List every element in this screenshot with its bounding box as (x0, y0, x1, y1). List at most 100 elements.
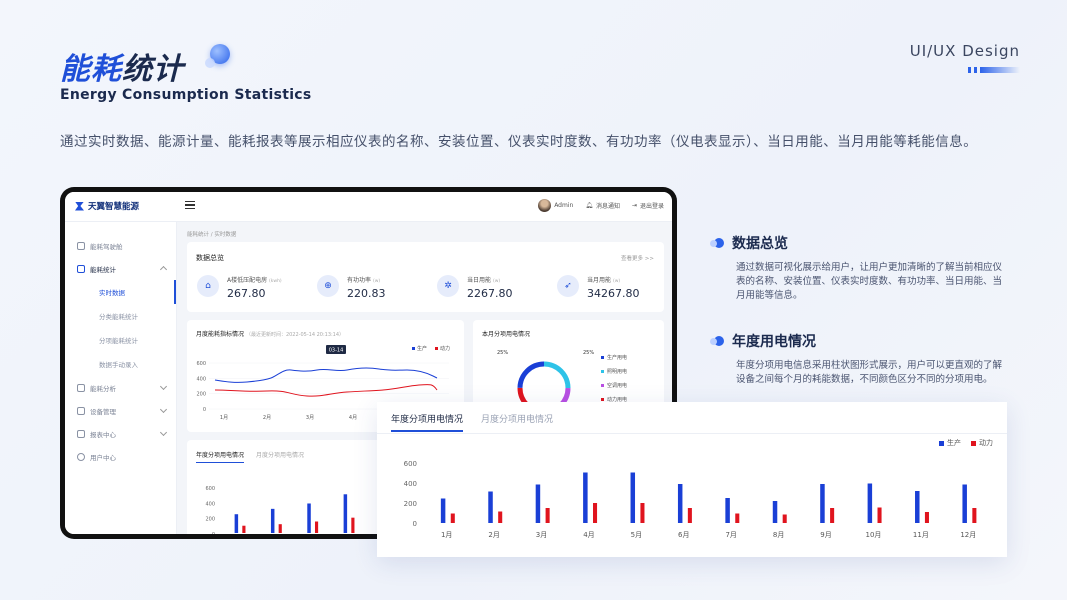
pie-legend-item: 生产用电 (607, 354, 627, 361)
x-tick-label: 4月 (349, 415, 357, 421)
chevron-down-icon (159, 428, 168, 437)
home-icon (77, 241, 85, 250)
bar-power (782, 514, 787, 523)
y-tick-label: 400 (196, 376, 206, 382)
legend-label: 动力 (440, 345, 450, 352)
series-line-power (214, 384, 438, 397)
x-tick-label: 11月 (913, 531, 929, 539)
submenu-item[interactable]: 分项能耗统计 (65, 328, 176, 352)
app-logo[interactable]: 天翼智慧能源 (75, 200, 139, 212)
analysis-icon (77, 383, 85, 392)
feature-title: 年度用电情况 (732, 334, 816, 350)
y-tick-label: 200 (404, 500, 417, 508)
rocket-icon: ➶ (557, 275, 579, 297)
y-tick-label: 0 (413, 520, 417, 528)
pie-legend-item: 空调用电 (607, 382, 627, 389)
annual-bar-chart: 0 200 400 600 1月 2月 3月 4月 5月 6月 7月 8月 9月 10月 11月 12月 (404, 460, 977, 539)
y-tick-label: 200 (196, 392, 206, 398)
sidebar-item-device[interactable]: 设备管理 (65, 399, 176, 422)
page-subtitle: Energy Consumption Statistics (60, 87, 312, 103)
bar-power (972, 508, 977, 523)
y-tick-label: 0 (212, 532, 215, 534)
logout-button[interactable]: ⇥ 退出登录 (632, 201, 664, 210)
y-tick-label: 0 (203, 407, 206, 413)
power-icon: ⊕ (317, 275, 339, 297)
overview-title: 数据总览 (196, 254, 224, 262)
x-tick-label: 1月 (441, 531, 452, 539)
overview-item: ⊕ 有功功率 (w) 220.83 (317, 275, 386, 300)
feature-overview: 数据总览 通过数据可视化展示给用户，让用户更加清晰的了解当前相应仪表的名称、安装… (710, 233, 1010, 303)
chevron-down-icon (159, 405, 168, 414)
logo-icon (75, 201, 84, 211)
stats-icon (77, 264, 85, 273)
user-icon (77, 452, 85, 461)
pie-pct-right: 25% (583, 350, 594, 356)
view-more-link[interactable]: 查看更多 >> (621, 254, 654, 262)
overview-value: 220.83 (347, 287, 386, 300)
pie-pct-left: 25% (497, 350, 508, 356)
brand-tag: UI/UX Design (909, 42, 1020, 60)
bullet-icon (710, 238, 724, 248)
bar-production (343, 494, 348, 533)
page-title: 能耗统计 (60, 52, 184, 87)
x-tick-label: 12月 (960, 531, 976, 539)
bar-production (677, 484, 683, 523)
bar-power (830, 508, 835, 523)
legend-label: 生产 (417, 345, 427, 352)
notification-button[interactable]: 🔔︎ 消息通知 (585, 201, 620, 210)
submenu-category[interactable]: 分类能耗统计 (65, 304, 176, 328)
title-decoration-small-icon (205, 58, 215, 68)
y-tick-label: 600 (196, 361, 206, 367)
chevron-up-icon (159, 265, 168, 274)
sidebar-item-statistics[interactable]: 能耗统计 (65, 257, 176, 280)
x-tick-label: 2月 (488, 531, 499, 539)
bar-production (820, 484, 825, 523)
overview-value: 34267.80 (587, 287, 640, 300)
series-line-production (214, 367, 438, 383)
device-icon (77, 406, 85, 415)
submenu-manual[interactable]: 数据手动录入 (65, 352, 176, 376)
bar-power (877, 507, 882, 523)
bar-production (488, 491, 493, 523)
y-tick-label: 600 (404, 460, 417, 468)
bar-power (687, 508, 692, 523)
bar-production (915, 491, 920, 523)
y-tick-label: 200 (205, 517, 215, 523)
bar-power (640, 503, 645, 523)
overview-card: 数据总览 查看更多 >> ⌂ A楼低压配电房 (kwh) 267.80 ⊕ 有功功率 … (187, 242, 664, 312)
bar-power (924, 512, 929, 523)
x-tick-label: 5月 (631, 531, 642, 539)
intro-text: 通过实时数据、能源计量、能耗报表等展示相应仪表的名称、安装位置、仪表实时度数、有… (60, 134, 978, 150)
x-tick-label: 2月 (263, 415, 271, 421)
bar-power (450, 513, 455, 523)
sidebar-item-report[interactable]: 报表中心 (65, 422, 176, 445)
sidebar-item-cockpit[interactable]: 能耗驾驶舱 (65, 234, 176, 257)
x-tick-label: 8月 (773, 531, 784, 539)
bar-production (234, 514, 239, 533)
avatar (538, 199, 552, 212)
bar-power (545, 508, 550, 523)
sidebar-item-user[interactable]: 用户中心 (65, 445, 176, 468)
bullet-icon (710, 336, 724, 346)
daily-icon: ✲ (437, 275, 459, 297)
x-tick-label: 6月 (678, 531, 689, 539)
bar-production (867, 483, 873, 523)
submenu-realtime[interactable]: 实时数据 (65, 280, 176, 304)
bar-power (498, 511, 503, 523)
bar-power (242, 525, 246, 533)
bar-production (440, 498, 446, 523)
feature-title: 数据总览 (732, 236, 788, 252)
app-topbar: 天翼智慧能源 Admin 🔔︎ 消息通知 ⇥ 退出登录 (65, 192, 672, 222)
building-icon: ⌂ (197, 275, 219, 297)
sidebar: 能耗驾驶舱 能耗统计 实时数据 分类能耗统计 分项能耗统计 数据手动录入 能耗分… (65, 222, 177, 534)
sidebar-item-analysis[interactable]: 能耗分析 (65, 376, 176, 399)
bar-power (278, 524, 282, 533)
overview-item: ➶ 当月用能 (w) 34267.80 (557, 275, 640, 300)
menu-toggle-icon[interactable] (185, 201, 195, 209)
bar-production (270, 508, 275, 533)
user-menu[interactable]: Admin (538, 199, 573, 212)
x-tick-label: 4月 (583, 531, 594, 539)
legend-swatch (435, 347, 438, 350)
bar-power (593, 503, 598, 523)
x-tick-label: 9月 (820, 531, 831, 539)
